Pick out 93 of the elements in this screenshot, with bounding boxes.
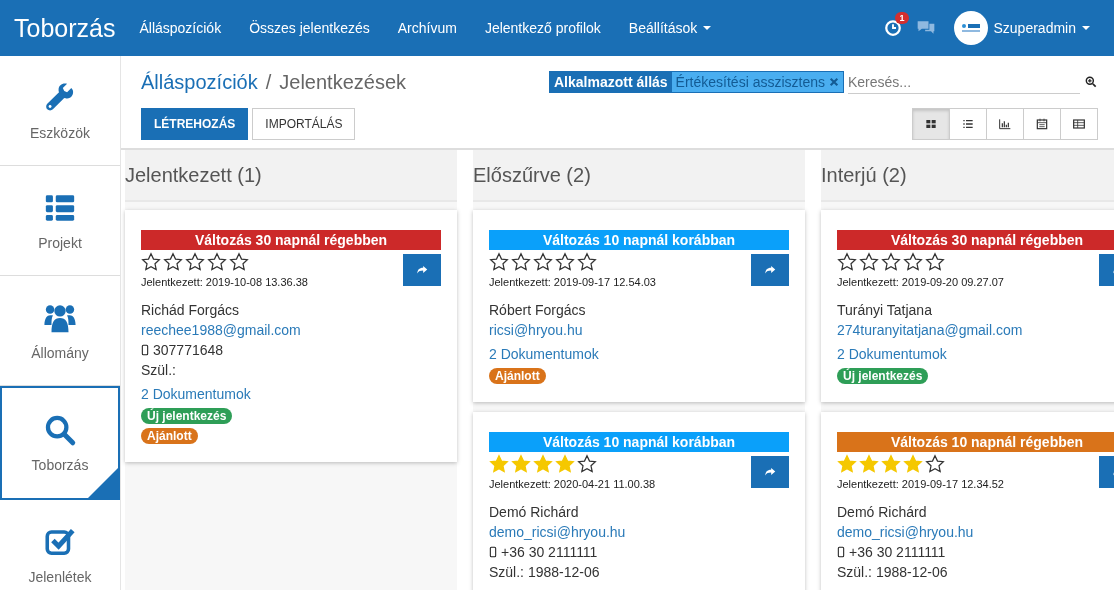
logo-icon: [961, 24, 980, 32]
share-button[interactable]: [403, 254, 441, 286]
nav-link[interactable]: Álláspozíciók: [125, 20, 236, 36]
applied-date: Jelentkezett: 2019-09-20 09.27.07: [837, 276, 1005, 288]
tag: Új jelentkezés: [837, 368, 929, 384]
filter-label: Alkalmazott állás: [553, 73, 669, 92]
candidate-name: Richád Forgács: [141, 301, 241, 320]
bar-chart-icon: [997, 116, 1013, 132]
share-button[interactable]: [751, 456, 789, 488]
sidebar-item[interactable]: Jelenlétek: [0, 500, 120, 590]
status-banner: Változás 30 napnál régebben: [141, 230, 441, 250]
sidebar-item[interactable]: Eszközök: [0, 56, 120, 166]
documents-link[interactable]: 2 Dokumentumok: [489, 344, 789, 364]
star-icon[interactable]: [163, 252, 183, 272]
tag: Új jelentkezés: [141, 408, 233, 424]
applied-date: Jelentkezett: 2019-10-08 13.36.38: [141, 276, 309, 288]
caret-icon: [1082, 26, 1090, 30]
documents-link[interactable]: 2 Dokumentumok: [141, 384, 441, 404]
candidate-name: Demó Richárd: [489, 503, 580, 522]
star-icon[interactable]: [577, 454, 597, 474]
star-icon[interactable]: [837, 252, 857, 272]
birth-date: Szül.:: [141, 361, 177, 380]
calendar-icon: [1034, 116, 1050, 132]
breadcrumb-link[interactable]: Álláspozíciók: [141, 70, 258, 94]
share-button[interactable]: [751, 254, 789, 286]
star-icon[interactable]: [511, 252, 531, 272]
documents-link[interactable]: 2 Dokumentumok: [837, 344, 1114, 364]
phone-number: +36 30 2111111: [849, 543, 946, 562]
nav-link[interactable]: Jelentkező profilok: [470, 20, 615, 36]
birth-date: Szül.: 1988-12-06: [837, 563, 949, 582]
phone-number: 307771648: [153, 341, 224, 360]
email-link[interactable]: ricsi@hryou.hu: [489, 320, 789, 340]
column-header: Előszűrve (2): [473, 150, 805, 202]
status-banner: Változás 30 napnál régebben: [837, 230, 1114, 250]
star-icon[interactable]: [489, 252, 509, 272]
applied-date: Jelentkezett: 2020-04-21 11.00.38: [489, 478, 657, 490]
tag: Ajánlott: [489, 368, 546, 384]
user-menu[interactable]: Szuperadmin: [953, 11, 1090, 45]
zoom-search-icon: [1084, 75, 1098, 89]
view-toggle-button[interactable]: [949, 108, 987, 140]
create-button[interactable]: LÉTREHOZÁS: [141, 108, 249, 140]
star-icon[interactable]: [925, 252, 945, 272]
email-link[interactable]: demo_ricsi@hryou.hu: [489, 522, 789, 542]
candidate-name: Turányi Tatjana: [837, 301, 933, 320]
phone-icon: [489, 546, 497, 558]
star-icon[interactable]: [925, 454, 945, 474]
phone-icon: [837, 546, 845, 558]
star-icon[interactable]: [881, 252, 901, 272]
phone-number: +36 30 2111111: [501, 543, 598, 562]
import-button[interactable]: IMPORTÁLÁS: [252, 108, 356, 140]
candidate-name: Demó Richárd: [837, 503, 928, 522]
page-title: Jelentkezések: [279, 70, 407, 94]
star-icon[interactable]: [229, 252, 249, 272]
status-banner: Változás 10 napnál korábban: [489, 432, 789, 452]
app-title[interactable]: Toborzás: [14, 13, 116, 43]
view-toggle-button[interactable]: [986, 108, 1024, 140]
column-header: Interjú (2): [821, 150, 1114, 202]
star-icon[interactable]: [903, 252, 923, 272]
tag: Ajánlott: [141, 428, 198, 444]
star-icon[interactable]: [533, 252, 553, 272]
status-banner: Változás 10 napnál korábban: [489, 230, 789, 250]
nav-link[interactable]: Archívum: [383, 20, 471, 36]
star-icon[interactable]: [859, 252, 879, 272]
view-toggle-button[interactable]: [912, 108, 950, 140]
status-banner: Változás 10 napnál régebben: [837, 432, 1114, 452]
sidebar-item[interactable]: Állomány: [0, 276, 120, 386]
star-icon[interactable]: [207, 252, 227, 272]
star-icon[interactable]: [185, 252, 205, 272]
email-link[interactable]: reechee1988@gmail.com: [141, 320, 441, 340]
filter-value[interactable]: Értékesítési asszisztens: [671, 72, 843, 92]
caret-icon: [703, 26, 712, 30]
star-icon[interactable]: [141, 252, 161, 272]
email-link[interactable]: 274turanyitatjana@gmail.com: [837, 320, 1114, 340]
applied-date: Jelentkezett: 2019-09-17 12.34.52: [837, 478, 1005, 490]
nav-link[interactable]: Beállítások: [614, 20, 726, 36]
birth-date: Szül.: 1988-12-06: [489, 563, 601, 582]
table-icon: [1071, 116, 1087, 132]
sidebar-item[interactable]: Projekt: [0, 166, 120, 276]
close-icon: [829, 77, 839, 87]
clock-icon: [883, 19, 902, 37]
star-icon[interactable]: [555, 252, 575, 272]
star-icon[interactable]: [577, 252, 597, 272]
view-toggle-button[interactable]: [1023, 108, 1061, 140]
applied-date: Jelentkezett: 2019-09-17 12.54.03: [489, 276, 657, 288]
email-link[interactable]: demo_ricsi@hryou.hu: [837, 522, 1114, 542]
phone-icon: [141, 344, 149, 356]
notification-badge: 1: [895, 12, 909, 24]
column-header: Jelentkezett (1): [125, 150, 457, 202]
nav-link[interactable]: Összes jelentkezés: [235, 20, 384, 36]
breadcrumb-separator: /: [265, 70, 272, 94]
search-icon: [43, 413, 77, 447]
candidate-name: Róbert Forgács: [489, 301, 587, 320]
view-toggle-button[interactable]: [1060, 108, 1098, 140]
